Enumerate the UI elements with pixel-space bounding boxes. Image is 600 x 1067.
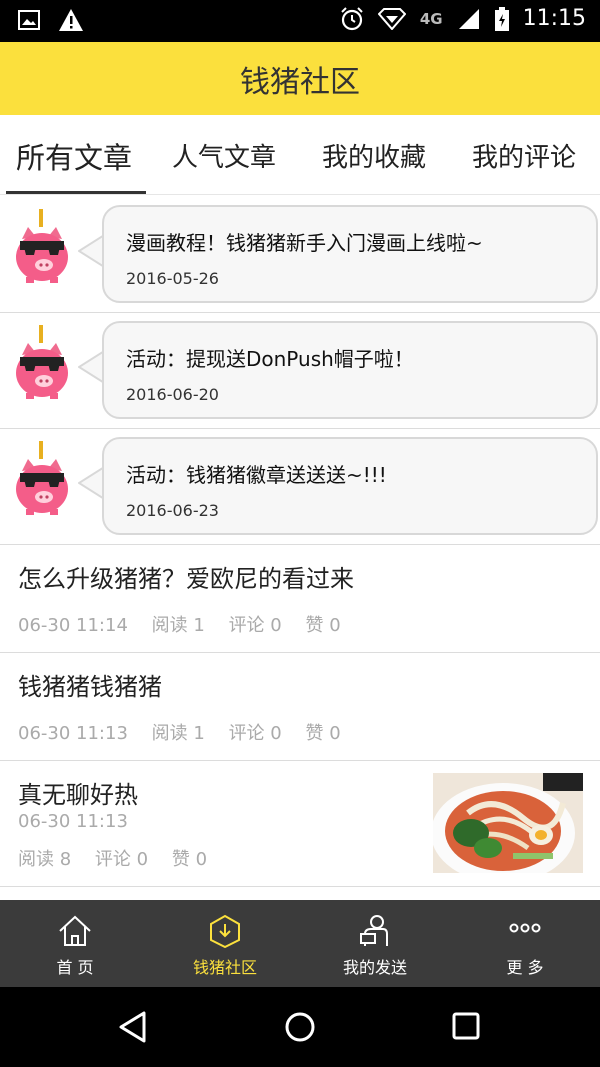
home-button-icon[interactable] <box>284 1011 316 1043</box>
nav-label: 我的发送 <box>342 958 407 977</box>
post-item[interactable]: 钱猪猪钱猪猪 06-30 11:13 阅读 1 评论 0 赞 0 <box>0 653 600 761</box>
announcement-item[interactable]: 活动：提现送DonPush帽子啦！ 2016-06-20 <box>0 313 600 429</box>
post-likes: 赞 0 <box>305 615 341 636</box>
tab-popular-articles[interactable]: 人气文章 <box>172 137 276 174</box>
announcement-title: 活动：提现送DonPush帽子啦！ <box>126 347 414 371</box>
status-bar: 4G 11:15 <box>0 0 600 42</box>
post-title: 钱猪猪钱猪猪 <box>18 673 162 701</box>
post-reads: 阅读 1 <box>151 723 205 744</box>
tab-my-comments[interactable]: 我的评论 <box>472 137 576 174</box>
post-reads: 阅读 8 <box>18 849 72 870</box>
wifi-icon <box>377 7 406 30</box>
post-title: 真无聊好热 <box>18 781 138 809</box>
nav-my-sent[interactable]: 我的发送 <box>300 900 450 987</box>
post-meta: 06-30 11:13 阅读 1 评论 0 赞 0 <box>18 719 359 745</box>
post-thumbnail[interactable] <box>433 773 583 873</box>
active-tab-indicator <box>6 191 146 194</box>
post-likes: 赞 0 <box>171 849 208 870</box>
nav-label: 首 页 <box>56 958 94 977</box>
nav-label: 钱猪社区 <box>192 958 257 977</box>
post-comments: 评论 0 <box>94 849 149 870</box>
announcement-date: 2016-06-23 <box>126 501 219 520</box>
nav-more[interactable]: 更 多 <box>450 900 600 987</box>
post-meta: 06-30 11:14 阅读 1 评论 0 赞 0 <box>18 611 359 637</box>
post-time: 06-30 11:14 <box>18 615 128 636</box>
community-icon <box>210 914 240 948</box>
post-reads: 阅读 1 <box>151 615 205 636</box>
announcement-bubble: 活动：提现送DonPush帽子啦！ 2016-06-20 <box>102 321 598 419</box>
more-icon <box>509 923 541 933</box>
noodle-bowl-image <box>433 773 583 873</box>
pig-mascot-icon <box>16 325 68 399</box>
nav-home[interactable]: 首 页 <box>0 900 150 987</box>
title-bar: 钱猪社区 <box>0 42 600 115</box>
tab-bar: 所有文章 人气文章 我的收藏 我的评论 <box>0 115 600 195</box>
post-likes: 赞 0 <box>305 723 341 744</box>
post-comments: 评论 0 <box>228 615 282 636</box>
tab-all-articles[interactable]: 所有文章 <box>16 135 132 177</box>
battery-icon <box>494 6 509 31</box>
post-comments: 评论 0 <box>228 723 282 744</box>
post-time: 06-30 11:13 <box>18 811 128 832</box>
tab-my-favorites[interactable]: 我的收藏 <box>322 137 426 174</box>
post-time: 06-30 11:13 <box>18 723 128 744</box>
announcement-item[interactable]: 漫画教程！钱猪猪新手入门漫画上线啦~ 2016-05-26 <box>0 197 600 313</box>
clock: 11:15 <box>522 6 586 31</box>
announcement-item[interactable]: 活动：钱猪猪徽章送送送~!!! 2016-06-23 <box>0 429 600 545</box>
nav-label: 更 多 <box>506 958 544 977</box>
announcement-bubble: 漫画教程！钱猪猪新手入门漫画上线啦~ 2016-05-26 <box>102 205 598 303</box>
network-type-label: 4G <box>419 9 443 28</box>
image-icon <box>18 10 40 30</box>
recents-icon[interactable] <box>452 1012 480 1040</box>
warning-icon <box>59 9 83 31</box>
announcement-date: 2016-06-20 <box>126 385 219 404</box>
post-item[interactable]: 真无聊好热 06-30 11:13 阅读 8 评论 0 赞 0 <box>0 761 600 887</box>
nav-community[interactable]: 钱猪社区 <box>150 900 300 987</box>
page-title: 钱猪社区 <box>240 64 360 100</box>
pig-mascot-icon <box>16 441 68 515</box>
home-icon <box>59 915 91 946</box>
system-nav-bar <box>0 987 600 1067</box>
pig-mascot-icon <box>16 209 68 283</box>
bottom-nav: 首 页 钱猪社区 我的发送 更 多 <box>0 900 600 987</box>
announcement-title: 活动：钱猪猪徽章送送送~!!! <box>126 463 387 487</box>
back-icon[interactable] <box>118 1011 148 1043</box>
post-title: 怎么升级猪猪？爱欧尼的看过来 <box>18 565 354 593</box>
signal-icon <box>458 8 479 29</box>
announcement-title: 漫画教程！钱猪猪新手入门漫画上线啦~ <box>126 231 483 255</box>
announcement-date: 2016-05-26 <box>126 269 219 288</box>
person-send-icon <box>360 915 388 946</box>
post-meta: 阅读 8 评论 0 赞 0 <box>18 845 225 871</box>
alarm-icon <box>341 6 363 30</box>
post-item[interactable]: 怎么升级猪猪？爱欧尼的看过来 06-30 11:14 阅读 1 评论 0 赞 0 <box>0 545 600 653</box>
announcement-bubble: 活动：钱猪猪徽章送送送~!!! 2016-06-23 <box>102 437 598 535</box>
